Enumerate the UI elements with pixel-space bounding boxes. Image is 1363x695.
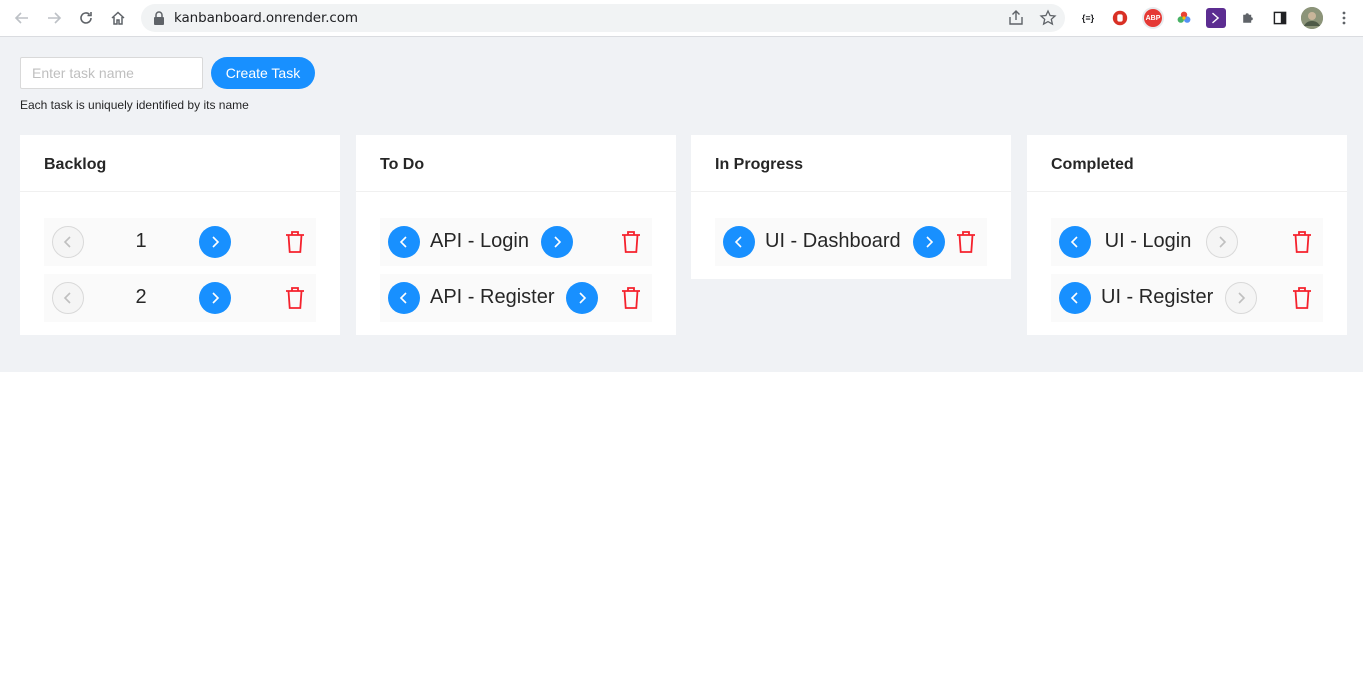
column-completed: Completed UI - Login UI - Register [1027, 135, 1347, 335]
move-forward-button[interactable] [199, 226, 231, 258]
move-back-button[interactable] [723, 226, 755, 258]
chevron-left-icon [63, 292, 71, 304]
move-forward-button[interactable] [540, 226, 573, 258]
kanban-app: Create Task Each task is uniquely identi… [0, 37, 1363, 372]
address-bar[interactable]: kanbanboard.onrender.com [141, 4, 1065, 32]
chevron-left-icon [399, 292, 407, 304]
move-forward-button[interactable] [566, 282, 599, 314]
trash-icon [286, 231, 304, 253]
task-card: UI - Login [1051, 218, 1323, 266]
column-backlog: Backlog 1 2 [20, 135, 340, 335]
move-back-button[interactable] [52, 226, 84, 258]
task-name: UI - Login [1104, 230, 1192, 252]
browser-toolbar: kanbanboard.onrender.com {≡} ABP [0, 0, 1363, 37]
color-wheel-icon[interactable] [1174, 8, 1194, 28]
sidepanel-icon[interactable] [1270, 8, 1290, 28]
task-name: 1 [135, 230, 147, 252]
trash-icon [622, 287, 640, 309]
back-arrow-icon[interactable] [10, 6, 34, 30]
puzzle-icon[interactable] [1238, 8, 1258, 28]
column-to-do: To Do API - Login API - Register [356, 135, 676, 335]
json-viewer-icon[interactable]: {≡} [1078, 8, 1098, 28]
move-forward-button[interactable] [1206, 226, 1238, 258]
task-card: API - Login [380, 218, 652, 266]
move-forward-button[interactable] [199, 282, 231, 314]
delete-task-button[interactable] [620, 230, 642, 254]
chevron-left-icon [734, 236, 742, 248]
column-title: In Progress [691, 135, 1011, 192]
task-name: 2 [135, 286, 147, 308]
column-body: UI - Dashboard [691, 192, 1011, 266]
task-card: 1 [44, 218, 316, 266]
trash-icon [622, 231, 640, 253]
chevron-right-icon [212, 236, 220, 248]
trash-icon [1293, 287, 1311, 309]
chevron-right-icon [1238, 292, 1246, 304]
delete-task-button[interactable] [620, 286, 642, 310]
stop-icon[interactable] [1110, 8, 1130, 28]
column-in-progress: In Progress UI - Dashboard [691, 135, 1011, 279]
task-card: UI - Register [1051, 274, 1323, 322]
chevron-right-icon [1219, 236, 1227, 248]
reload-icon[interactable] [74, 6, 98, 30]
task-name: API - Register [430, 286, 555, 308]
profile-avatar[interactable] [1301, 7, 1323, 29]
chevron-right-icon [926, 236, 933, 248]
delete-task-button[interactable] [1291, 286, 1313, 310]
forward-arrow-icon[interactable] [42, 6, 66, 30]
move-forward-button[interactable] [912, 226, 945, 258]
chevron-left-icon [399, 236, 407, 248]
delete-task-button[interactable] [1291, 230, 1313, 254]
move-back-button[interactable] [52, 282, 84, 314]
task-name: UI - Dashboard [765, 230, 901, 252]
task-card: API - Register [380, 274, 652, 322]
chevron-left-icon [63, 236, 71, 248]
delete-task-button[interactable] [955, 230, 977, 254]
lock-icon [154, 11, 164, 25]
chevron-right-icon [554, 236, 562, 248]
kotlin-icon[interactable] [1206, 8, 1226, 28]
task-name-input[interactable] [20, 57, 203, 89]
trash-icon [286, 287, 304, 309]
column-body: UI - Login UI - Register [1027, 192, 1347, 322]
kebab-menu-icon[interactable] [1332, 6, 1356, 30]
home-icon[interactable] [106, 6, 130, 30]
column-title: To Do [356, 135, 676, 192]
move-back-button[interactable] [388, 226, 420, 258]
task-name: UI - Register [1101, 286, 1214, 308]
adblock-label: ABP [1144, 9, 1162, 27]
trash-icon [957, 231, 975, 253]
column-title: Backlog [20, 135, 340, 192]
chevron-left-icon [1070, 236, 1078, 248]
column-body: API - Login API - Register [356, 192, 676, 322]
share-icon[interactable] [1007, 9, 1025, 27]
move-forward-button[interactable] [1225, 282, 1258, 314]
task-hint-text: Each task is uniquely identified by its … [20, 98, 249, 112]
delete-task-button[interactable] [284, 286, 306, 310]
delete-task-button[interactable] [284, 230, 306, 254]
chevron-left-icon [1070, 292, 1078, 304]
column-body: 12 [20, 192, 340, 322]
move-back-button[interactable] [1059, 282, 1091, 314]
move-back-button[interactable] [388, 282, 420, 314]
chevron-right-icon [579, 292, 587, 304]
bookmark-star-icon[interactable] [1039, 9, 1057, 27]
move-back-button[interactable] [1059, 226, 1091, 258]
create-task-button[interactable]: Create Task [211, 57, 315, 89]
url-text: kanbanboard.onrender.com [174, 10, 358, 26]
column-title: Completed [1027, 135, 1347, 192]
adblock-icon[interactable]: ABP [1142, 7, 1164, 29]
trash-icon [1293, 231, 1311, 253]
chevron-right-icon [212, 292, 220, 304]
task-card: UI - Dashboard [715, 218, 987, 266]
task-card: 2 [44, 274, 316, 322]
task-name: API - Login [430, 230, 529, 252]
